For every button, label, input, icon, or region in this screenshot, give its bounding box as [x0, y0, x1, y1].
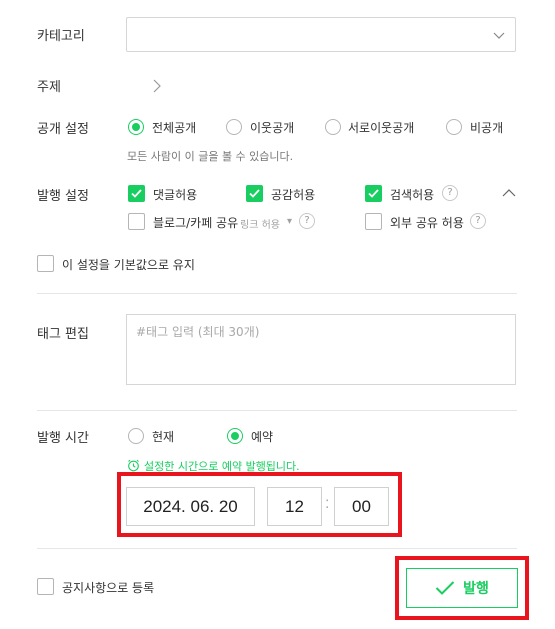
checkbox-allow-search[interactable] [365, 185, 382, 202]
publish-button[interactable]: 발행 [406, 568, 518, 608]
radio-public-all[interactable] [128, 119, 144, 135]
check-icon [249, 189, 260, 198]
allow-likes-label: 공감허용 [271, 188, 316, 202]
tag-box[interactable] [126, 314, 516, 385]
help-icon[interactable]: ? [470, 213, 486, 229]
alarm-clock-icon [128, 459, 139, 472]
allow-comments-label: 댓글허용 [153, 188, 198, 202]
check-icon [435, 581, 455, 595]
checkbox-external-share[interactable] [365, 213, 382, 230]
chevron-down-icon [493, 32, 505, 39]
option-publish-scheduled: 예약 [251, 430, 274, 444]
checkbox-keep-default[interactable] [37, 255, 54, 272]
chevron-up-icon[interactable] [502, 188, 516, 198]
radio-private[interactable] [446, 119, 462, 135]
tag-edit-label: 태그 편집 [37, 327, 89, 342]
radio-mutual-neighbors[interactable] [325, 119, 341, 135]
blog-cafe-share-label: 블로그/카페 공유 [153, 216, 239, 230]
checkbox-notice-register[interactable] [37, 578, 54, 595]
time-separator: : [325, 495, 330, 512]
divider [37, 548, 517, 549]
visibility-label: 공개 설정 [37, 122, 89, 137]
checkbox-allow-comments[interactable] [128, 185, 145, 202]
help-icon[interactable]: ? [299, 213, 315, 229]
divider [37, 293, 517, 294]
check-icon [368, 189, 379, 198]
radio-publish-now[interactable] [128, 428, 144, 444]
radio-publish-scheduled[interactable] [227, 428, 243, 444]
tag-input[interactable] [127, 315, 515, 349]
help-icon[interactable]: ? [442, 185, 458, 201]
option-publish-now: 현재 [152, 430, 175, 444]
option-neighbors: 이웃공개 [250, 121, 295, 135]
option-public-all: 전체공개 [152, 121, 197, 135]
allow-search-label: 검색허용 [390, 188, 435, 202]
divider [37, 410, 517, 411]
link-allow-dropdown[interactable]: 링크 허용 [240, 216, 280, 231]
notice-register-label: 공지사항으로 등록 [62, 581, 155, 595]
keep-default-label: 이 설정을 기본값으로 유지 [62, 258, 195, 272]
date-field[interactable]: 2024. 06. 20 [126, 487, 255, 526]
category-select[interactable] [126, 17, 516, 52]
external-share-label: 외부 공유 허용 [390, 216, 464, 230]
check-icon [131, 189, 142, 198]
minute-field[interactable]: 00 [334, 487, 389, 526]
radio-neighbors[interactable] [226, 119, 242, 135]
publish-time-label: 발행 시간 [37, 431, 89, 446]
category-label: 카테고리 [37, 29, 85, 44]
caret-down-icon: ▾ [287, 216, 293, 227]
option-mutual-neighbors: 서로이웃공개 [348, 121, 415, 135]
hour-field[interactable]: 12 [267, 487, 322, 526]
publish-button-label: 발행 [463, 581, 489, 597]
option-private: 비공개 [470, 121, 504, 135]
checkbox-allow-likes[interactable] [246, 185, 263, 202]
subject-label: 주제 [37, 80, 61, 95]
checkbox-blog-cafe-share[interactable] [128, 213, 145, 230]
visibility-hint: 모든 사람이 이 글을 볼 수 있습니다. [127, 150, 294, 163]
chevron-right-icon[interactable] [152, 79, 162, 93]
publish-settings-label: 발행 설정 [37, 189, 89, 204]
